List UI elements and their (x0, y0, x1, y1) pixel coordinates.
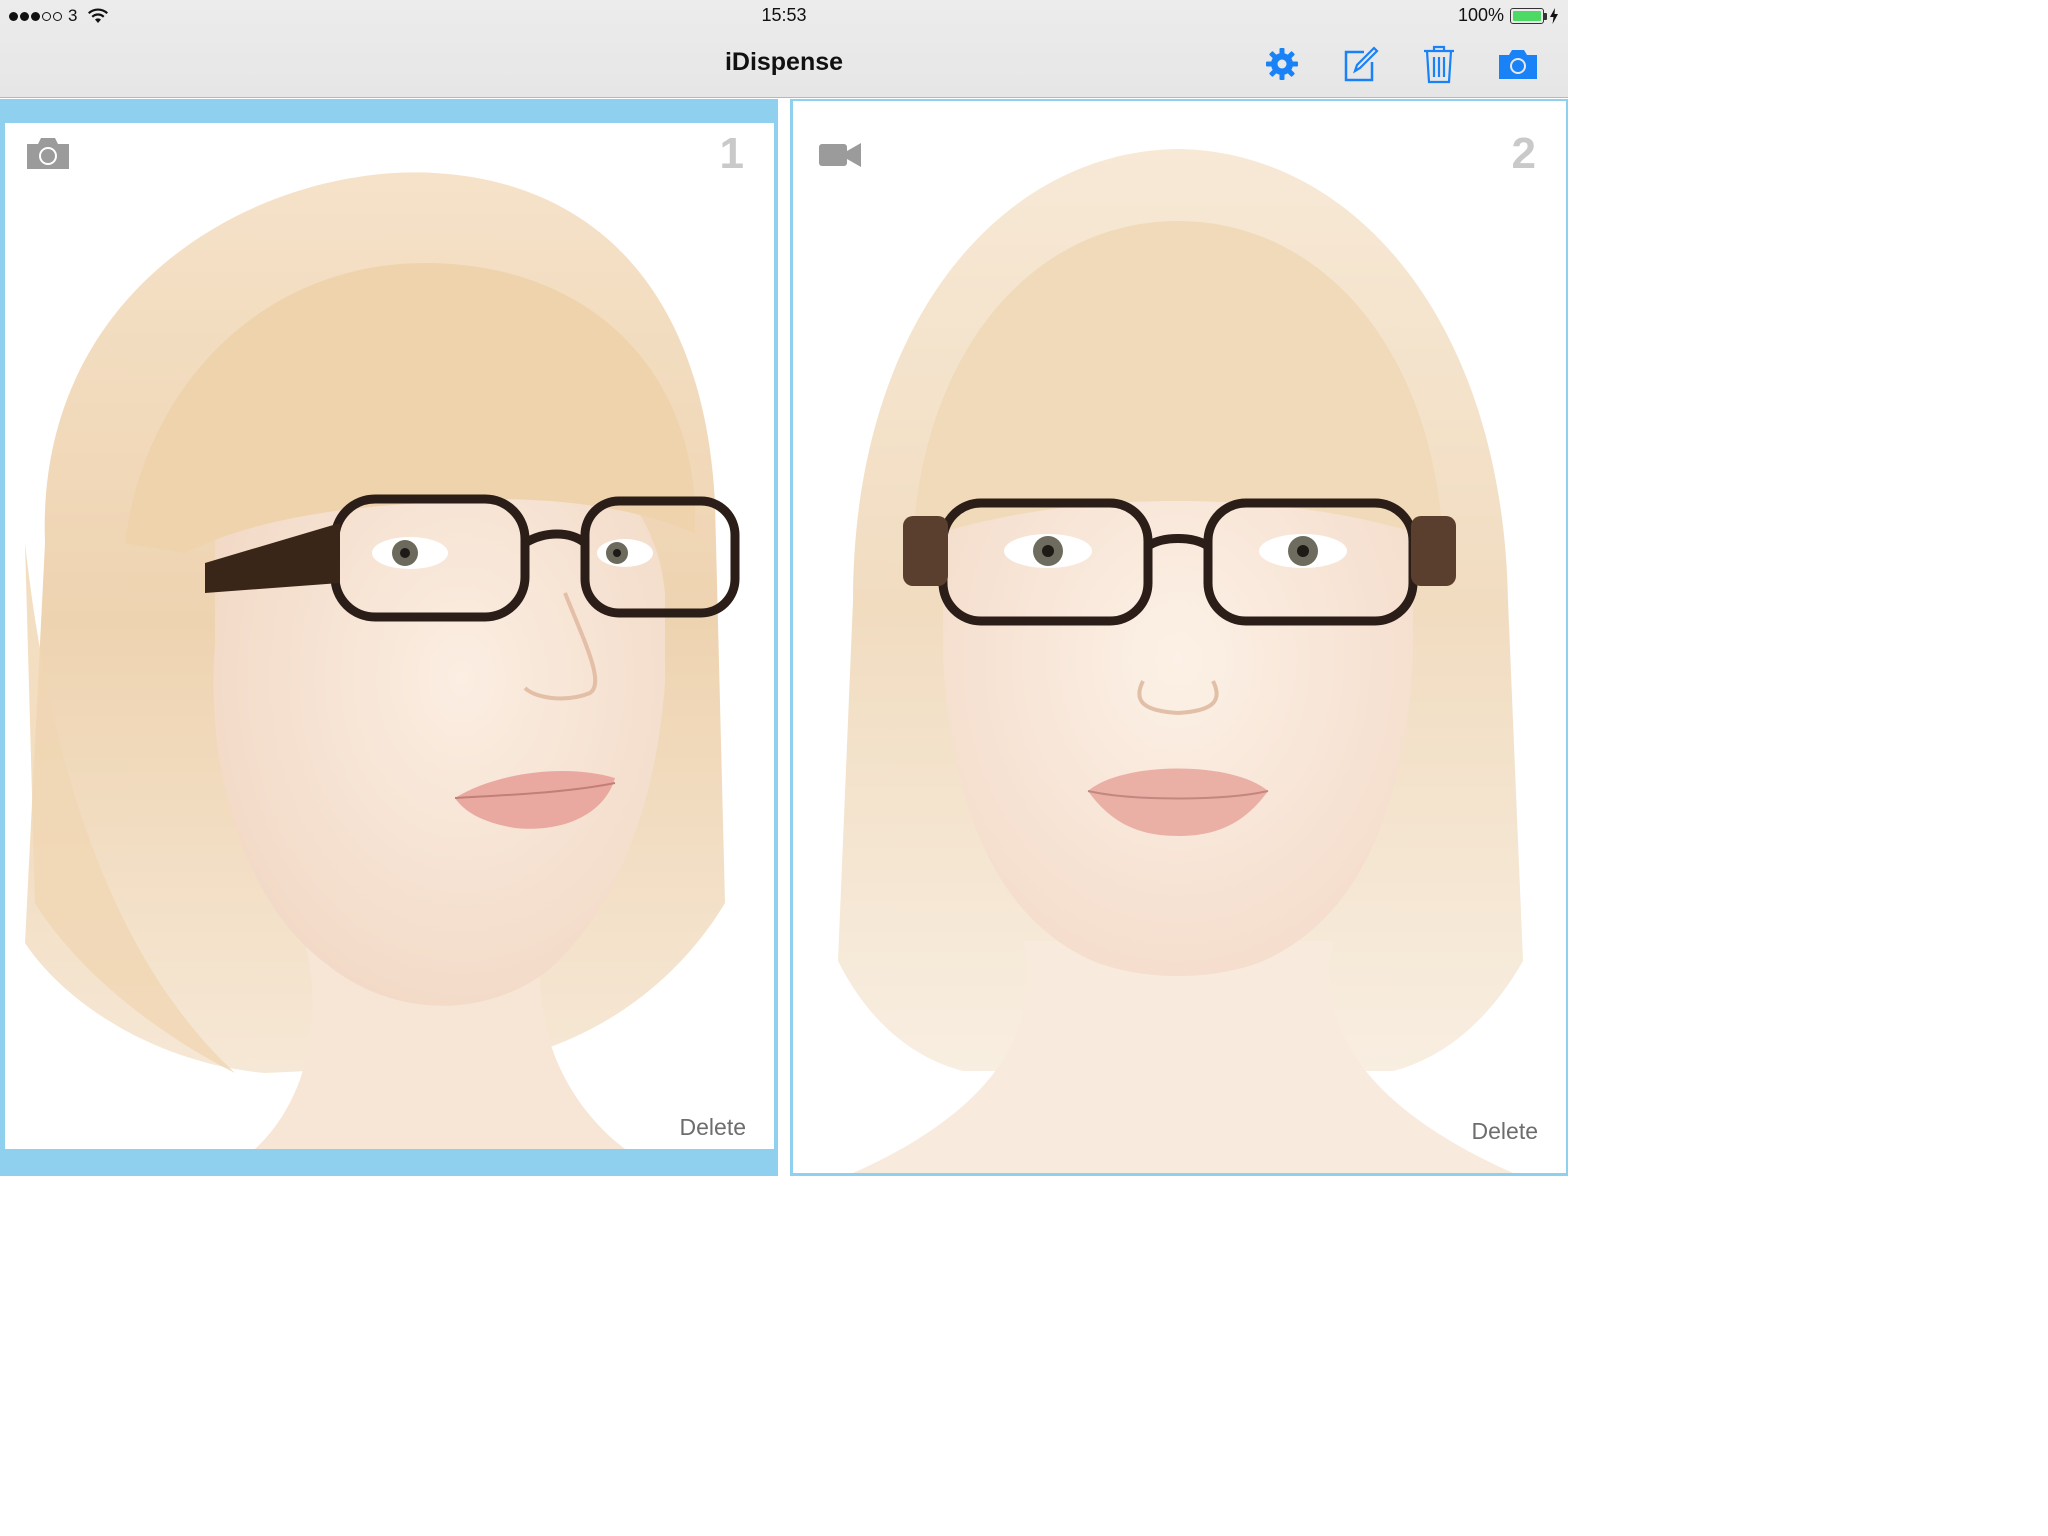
photo-number-1: 1 (719, 129, 744, 178)
camera-icon (27, 138, 69, 169)
settings-button[interactable] (1260, 42, 1304, 86)
photo-panel-2[interactable]: 2 Delete (790, 99, 1568, 1176)
status-right: 100% (1458, 5, 1558, 26)
top-bar: 3 15:53 100% iDispense (0, 0, 1568, 98)
compose-icon (1344, 46, 1379, 82)
photo-panel-1[interactable]: 1 Delete (0, 99, 778, 1176)
photo-card-2[interactable]: 2 Delete (793, 101, 1566, 1173)
compose-button[interactable] (1338, 42, 1382, 86)
charging-icon (1550, 7, 1558, 24)
page-title: iDispense (724, 48, 844, 76)
camera-icon (1499, 50, 1537, 79)
photo-card-1[interactable]: 1 Delete (5, 123, 774, 1149)
panel-divider (778, 99, 790, 1176)
status-time: 15:53 (761, 5, 807, 25)
delete-button-1[interactable]: Delete (680, 1114, 746, 1141)
camera-button[interactable] (1496, 42, 1540, 86)
delete-button-2[interactable]: Delete (1472, 1118, 1538, 1145)
portrait-photo-side (5, 123, 774, 1149)
delete-all-button[interactable] (1417, 42, 1461, 86)
photo-number-2: 2 (1511, 129, 1536, 178)
video-icon (819, 143, 861, 167)
battery-icon (1510, 7, 1547, 24)
trash-icon (1424, 45, 1454, 84)
portrait-photo-front (793, 101, 1566, 1173)
battery-percent: 100% (1457, 5, 1504, 25)
gear-icon (1266, 48, 1298, 80)
